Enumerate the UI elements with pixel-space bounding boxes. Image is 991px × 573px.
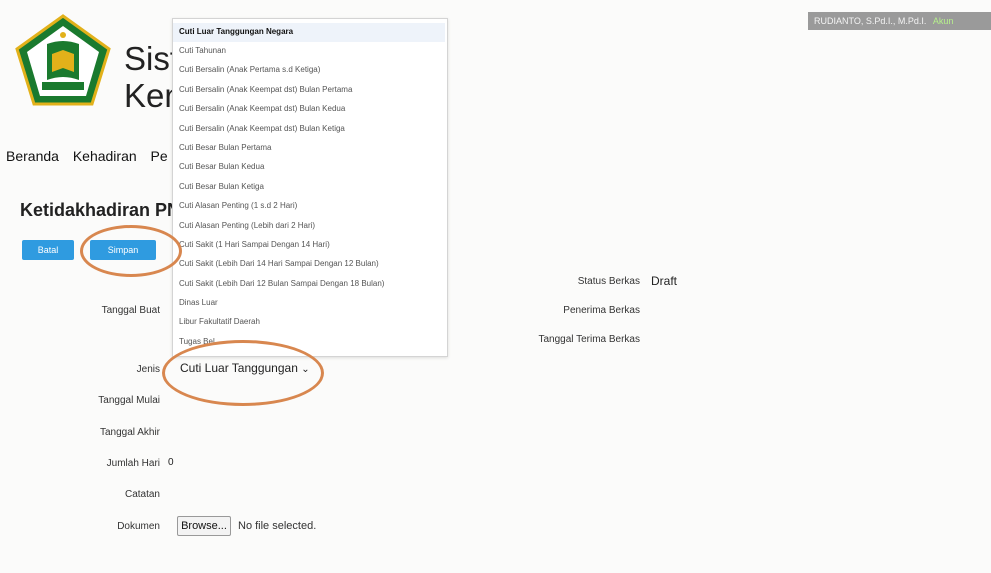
jenis-select[interactable]: Cuti Luar Tanggungan ⌄ [180, 361, 310, 375]
page-title: Ketidakhadiran PN [20, 200, 181, 220]
dokumen-label: Dokumen [117, 521, 160, 532]
jumlah-hari-label: Jumlah Hari [106, 458, 160, 469]
cancel-button[interactable]: Batal [22, 240, 74, 260]
dropdown-option[interactable]: Cuti Alasan Penting (Lebih dari 2 Hari) [179, 221, 315, 230]
save-button[interactable]: Simpan [90, 240, 156, 260]
user-account-bar[interactable]: RUDIANTO, S.Pd.I., M.Pd.I. Akun [808, 12, 991, 30]
tanggal-buat-label: Tanggal Buat [101, 305, 160, 316]
main-nav: Beranda Kehadiran Pe [6, 148, 178, 164]
dropdown-option[interactable]: Cuti Sakit (1 Hari Sampai Dengan 14 Hari… [179, 240, 330, 249]
dropdown-option[interactable]: Cuti Alasan Penting (1 s.d 2 Hari) [179, 201, 297, 210]
jenis-selected-value: Cuti Luar Tanggungan [180, 361, 298, 375]
jenis-label: Jenis [136, 364, 160, 375]
tanggal-mulai-label: Tanggal Mulai [98, 395, 160, 406]
nav-item-kehadiran[interactable]: Kehadiran [73, 148, 137, 164]
user-name: RUDIANTO, S.Pd.I., M.Pd.I. [814, 16, 927, 26]
dropdown-option[interactable]: Cuti Sakit (Lebih Dari 12 Bulan Sampai D… [179, 279, 384, 288]
dropdown-option[interactable]: Cuti Besar Bulan Kedua [179, 162, 264, 171]
logo-icon [15, 14, 111, 106]
chevron-down-icon: ⌄ [301, 364, 310, 375]
dropdown-option[interactable]: Dinas Luar [179, 298, 218, 307]
jumlah-hari-value: 0 [168, 457, 174, 468]
dropdown-option[interactable]: Cuti Besar Bulan Ketiga [179, 182, 264, 191]
dropdown-option[interactable]: Libur Fakultatif Daerah [179, 317, 260, 326]
dropdown-option[interactable]: Cuti Bersalin (Anak Keempat dst) Bulan P… [179, 85, 352, 94]
tanggal-akhir-label: Tanggal Akhir [99, 427, 160, 438]
account-link[interactable]: Akun [933, 16, 954, 26]
nav-item-partial[interactable]: Pe [151, 148, 168, 164]
nav-item-beranda[interactable]: Beranda [6, 148, 59, 164]
dropdown-option[interactable]: Cuti Luar Tanggungan Negara [179, 27, 293, 36]
dropdown-option[interactable]: Cuti Besar Bulan Pertama [179, 143, 272, 152]
dropdown-option[interactable]: Cuti Tahunan [179, 46, 226, 55]
dropdown-option[interactable]: Cuti Bersalin (Anak Keempat dst) Bulan K… [179, 124, 345, 133]
kemenag-logo[interactable] [14, 14, 112, 106]
jenis-dropdown-list[interactable]: Cuti Luar Tanggungan Negara Cuti Tahunan… [172, 18, 448, 357]
dropdown-option[interactable]: Tugas Bel [179, 337, 215, 346]
dropdown-option[interactable]: Cuti Bersalin (Anak Keempat dst) Bulan K… [179, 104, 345, 113]
dropdown-option[interactable]: Cuti Sakit (Lebih Dari 14 Hari Sampai De… [179, 259, 379, 268]
penerima-berkas-label: Penerima Berkas [563, 305, 640, 316]
tanggal-terima-label: Tanggal Terima Berkas [538, 334, 640, 345]
status-berkas-value: Draft [651, 274, 678, 288]
browse-button[interactable]: Browse... [177, 516, 231, 536]
file-status: No file selected. [238, 520, 317, 532]
status-berkas-label: Status Berkas [577, 276, 640, 287]
catatan-label: Catatan [124, 489, 160, 500]
dropdown-option[interactable]: Cuti Bersalin (Anak Pertama s.d Ketiga) [179, 65, 320, 74]
